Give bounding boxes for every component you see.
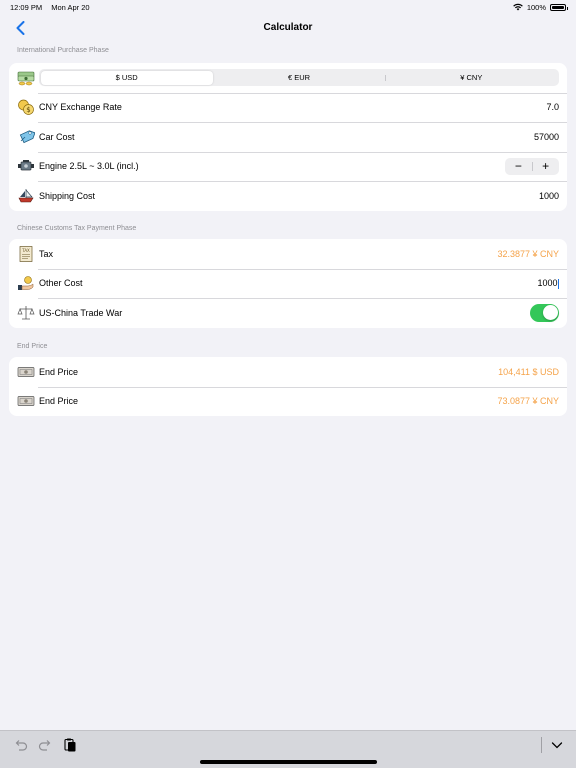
currency-segmented-control: $ USD € EUR ¥ CNY: [39, 69, 559, 87]
scales-icon: [17, 305, 35, 320]
wifi-icon: [513, 3, 523, 11]
engine-stepper: − +: [505, 157, 559, 175]
paste-icon[interactable]: [62, 737, 78, 753]
exchange-rate-row: $ CNY Exchange Rate 7.0: [9, 92, 567, 123]
ship-icon: [18, 188, 34, 203]
tax-value: 32.3877 ¥ CNY: [497, 248, 559, 259]
svg-text:TAX: TAX: [21, 248, 30, 253]
customs-group: TAX Tax 32.3877 ¥ CNY Other Cost 1000 US…: [9, 239, 567, 328]
segment-cny[interactable]: ¥ CNY: [385, 71, 557, 85]
other-cost-input[interactable]: 1000: [537, 278, 559, 289]
car-cost-input[interactable]: 57000: [534, 132, 559, 142]
status-right: 100%: [513, 2, 568, 12]
text-caret: [558, 278, 559, 289]
trade-war-label: US-China Trade War: [39, 307, 123, 318]
navigation-bar: Calculator: [0, 14, 576, 42]
shipping-input[interactable]: 1000: [539, 191, 559, 201]
end-price-group: End Price 104,411 $ USD End Price 73.087…: [9, 357, 567, 416]
other-cost-label: Other Cost: [39, 278, 83, 289]
currency-exchange-icon: $: [18, 99, 34, 116]
engine-label: Engine 2.5L ~ 3.0L (incl.): [39, 161, 139, 172]
battery-percent: 100%: [526, 2, 546, 12]
status-date: Mon Apr 20: [51, 2, 90, 12]
end-price-usd-label: End Price: [39, 366, 79, 377]
svg-text:$: $: [26, 106, 30, 114]
money-stack-icon: [17, 71, 35, 85]
stepper-minus-button[interactable]: −: [505, 158, 532, 175]
end-price-cny-value: 73.0877 ¥ CNY: [497, 396, 559, 407]
trade-war-row: US-China Trade War: [9, 298, 567, 328]
page-title: Calculator: [263, 22, 313, 33]
redo-icon[interactable]: [37, 737, 53, 753]
other-cost-value: 1000: [537, 277, 558, 288]
purchase-group: $ USD € EUR ¥ CNY $ CNY Exchange Rate 7.…: [9, 63, 567, 211]
end-price-usd-value: 104,411 $ USD: [498, 366, 559, 377]
tax-document-icon: TAX: [19, 245, 33, 262]
hand-coin-icon: [18, 276, 34, 291]
price-tag-icon: [19, 130, 35, 143]
segment-usd[interactable]: $ USD: [40, 70, 213, 85]
undo-icon[interactable]: [13, 737, 29, 753]
other-cost-row: Other Cost 1000: [9, 268, 567, 299]
end-price-cny-row: End Price 73.0877 ¥ CNY: [9, 386, 567, 417]
shipping-label: Shipping Cost: [39, 190, 96, 201]
car-cost-row: Car Cost 57000: [9, 122, 567, 152]
engine-icon: [18, 160, 34, 171]
dismiss-keyboard-icon[interactable]: [549, 737, 565, 753]
status-left: 12:09 PM Mon Apr 20: [10, 3, 97, 12]
end-price-usd-row: End Price 104,411 $ USD: [9, 357, 567, 387]
end-price-cny-label: End Price: [39, 396, 79, 407]
trade-war-toggle[interactable]: [530, 303, 559, 322]
segment-eur[interactable]: € EUR: [213, 71, 385, 85]
exchange-rate-input[interactable]: 7.0: [546, 102, 559, 112]
banknote-icon: [17, 396, 35, 407]
toolbar-divider: [541, 737, 542, 753]
tax-row: TAX Tax 32.3877 ¥ CNY: [9, 239, 567, 269]
section-header-purchase: International Purchase Phase: [17, 47, 109, 54]
status-time: 12:09 PM: [10, 2, 43, 12]
exchange-rate-label: CNY Exchange Rate: [39, 102, 122, 113]
banknote-icon: [17, 366, 35, 377]
car-cost-label: Car Cost: [39, 131, 75, 142]
currency-row: $ USD € EUR ¥ CNY: [9, 63, 567, 93]
status-bar: 12:09 PM Mon Apr 20 100%: [0, 0, 576, 14]
battery-icon: [550, 3, 568, 11]
shipping-row: Shipping Cost 1000: [9, 181, 567, 211]
home-indicator: [200, 760, 377, 764]
tax-label: Tax: [39, 248, 54, 259]
stepper-plus-button[interactable]: +: [532, 158, 559, 175]
section-header-end-price: End Price: [17, 343, 48, 350]
section-header-customs: Chinese Customs Tax Payment Phase: [17, 225, 137, 232]
engine-row: Engine 2.5L ~ 3.0L (incl.) − +: [9, 151, 567, 182]
